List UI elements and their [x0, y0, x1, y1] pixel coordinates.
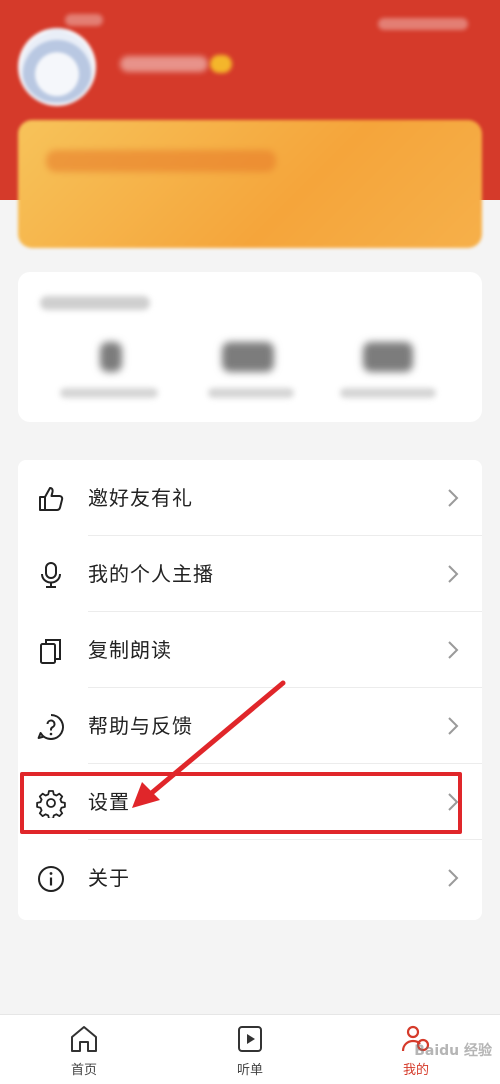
menu-item-label: 帮助与反馈 [88, 714, 193, 738]
thumbs-up-icon [39, 487, 64, 511]
stat-value-1 [100, 342, 122, 372]
tab-playlist[interactable]: 听单 [190, 1015, 310, 1084]
tab-home[interactable]: 首页 [24, 1015, 144, 1084]
help-icon [37, 714, 64, 740]
menu-list: 邀好友有礼 我的个人主播 复制朗读 帮助与反馈 设置 关于 [18, 460, 482, 920]
listening-stats-card[interactable] [18, 272, 482, 422]
tab-label: 首页 [70, 1063, 97, 1078]
chevron-right-icon [448, 717, 459, 735]
menu-item-about[interactable]: 关于 [18, 840, 482, 916]
menu-item-invite-friends[interactable]: 邀好友有礼 [18, 460, 482, 536]
settings-highlight-box [20, 772, 462, 834]
stat-label-1 [60, 388, 158, 398]
vip-badge-icon [210, 55, 232, 73]
home-icon [71, 1026, 97, 1052]
baidu-watermark: Baidu 经验 [414, 1043, 492, 1059]
status-bar-time [65, 14, 103, 26]
menu-item-personal-anchor[interactable]: 我的个人主播 [18, 536, 482, 612]
menu-item-copy-read[interactable]: 复制朗读 [18, 612, 482, 688]
microphone-icon [41, 562, 61, 588]
stat-label-3 [340, 388, 436, 398]
chevron-right-icon [448, 641, 459, 659]
stat-value-2 [222, 342, 274, 372]
info-icon [38, 866, 64, 892]
menu-item-label: 关于 [88, 866, 130, 890]
chevron-right-icon [448, 565, 459, 583]
menu-item-label: 复制朗读 [88, 638, 172, 662]
vip-banner[interactable] [18, 120, 482, 248]
username-blurred[interactable] [120, 56, 208, 72]
tab-label: 我的 [402, 1063, 429, 1078]
chevron-right-icon [448, 869, 459, 887]
tab-label: 听单 [236, 1063, 263, 1078]
playlist-icon [238, 1026, 262, 1052]
stat-value-3 [363, 342, 413, 372]
vip-banner-text-blurred [46, 150, 276, 172]
menu-item-label: 我的个人主播 [88, 562, 214, 586]
status-bar-indicators [378, 18, 468, 30]
copy-icon [40, 639, 61, 664]
menu-item-help-feedback[interactable]: 帮助与反馈 [18, 688, 482, 764]
avatar[interactable] [18, 28, 96, 106]
menu-item-label: 邀好友有礼 [88, 486, 193, 510]
stats-title-blurred [40, 296, 150, 310]
stat-label-2 [208, 388, 294, 398]
chevron-right-icon [448, 489, 459, 507]
